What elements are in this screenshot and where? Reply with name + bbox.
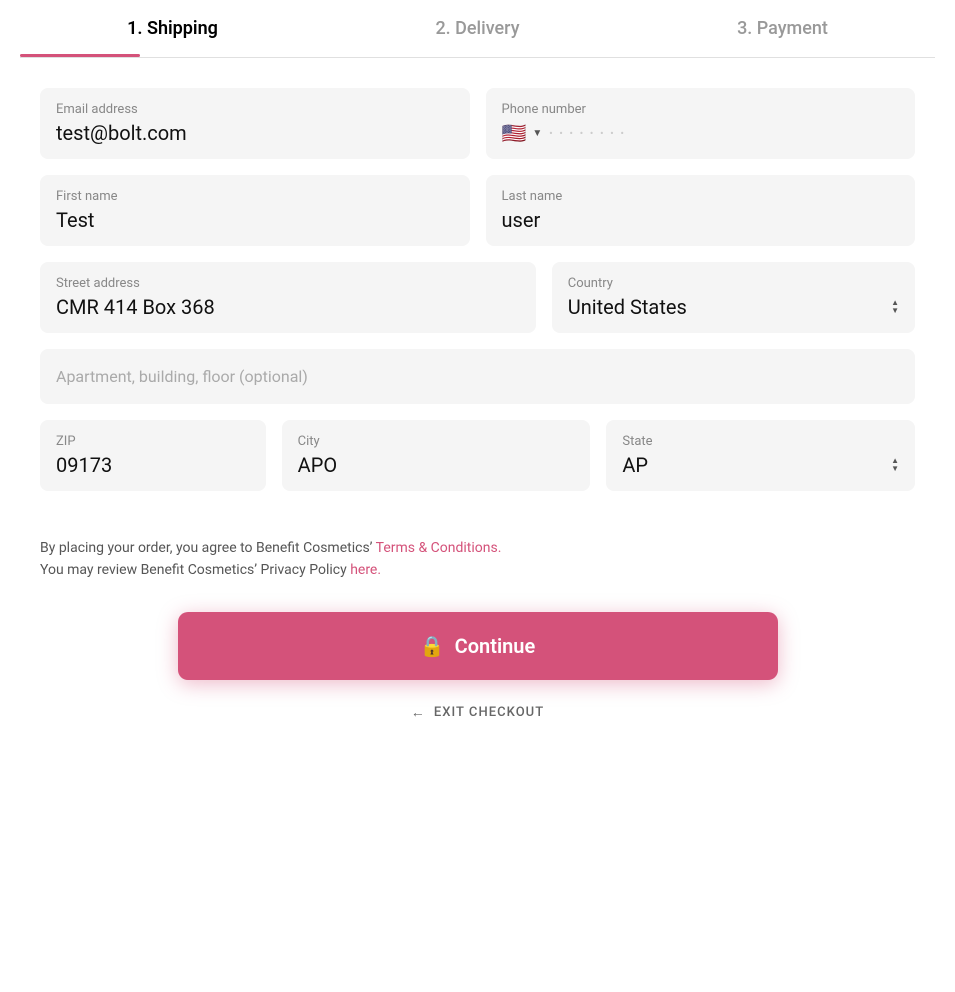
phone-label: Phone number [502, 102, 900, 117]
apartment-field[interactable]: Apartment, building, floor (optional) [40, 349, 915, 404]
email-label: Email address [56, 102, 454, 117]
step-delivery[interactable]: 2. Delivery [325, 18, 630, 57]
terms-link[interactable]: Terms & Conditions. [376, 540, 502, 556]
last-name-label: Last name [502, 189, 900, 204]
step-payment[interactable]: 3. Payment [630, 18, 935, 57]
state-select-arrows[interactable]: ▲ ▼ [891, 457, 899, 473]
country-select-row: United States ▲ ▼ [568, 295, 899, 319]
street-label: Street address [56, 276, 520, 291]
phone-value: · · · · · · · · [548, 121, 625, 145]
phone-field[interactable]: Phone number 🇺🇸 ▼ · · · · · · · · [486, 88, 916, 159]
step-shipping[interactable]: 1. Shipping [20, 18, 325, 57]
first-name-field[interactable]: First name Test [40, 175, 470, 246]
city-field[interactable]: City APO [282, 420, 591, 491]
phone-input-row: 🇺🇸 ▼ · · · · · · · · [502, 121, 900, 145]
first-name-label: First name [56, 189, 454, 204]
legal-text: By placing your order, you agree to Bene… [20, 527, 935, 602]
email-field[interactable]: Email address test@bolt.com [40, 88, 470, 159]
zip-field[interactable]: ZIP 09173 [40, 420, 266, 491]
apartment-row: Apartment, building, floor (optional) [40, 349, 915, 404]
country-field[interactable]: Country United States ▲ ▼ [552, 262, 915, 333]
continue-button[interactable]: 🔒 Continue [178, 612, 778, 680]
exit-checkout-label: EXIT CHECKOUT [434, 705, 544, 720]
street-address-field[interactable]: Street address CMR 414 Box 368 [40, 262, 536, 333]
state-label: State [622, 434, 899, 449]
zip-value: 09173 [56, 453, 250, 477]
last-name-field[interactable]: Last name user [486, 175, 916, 246]
form-area: Email address test@bolt.com Phone number… [20, 58, 935, 527]
progress-bar [20, 54, 140, 57]
country-select-arrows[interactable]: ▲ ▼ [891, 299, 899, 315]
name-row: First name Test Last name user [40, 175, 915, 246]
zip-city-state-row: ZIP 09173 City APO State AP ▲ ▼ [40, 420, 915, 491]
zip-label: ZIP [56, 434, 250, 449]
last-name-value: user [502, 208, 900, 232]
country-value: United States [568, 295, 687, 319]
city-value: APO [298, 453, 575, 477]
steps-header: 1. Shipping 2. Delivery 3. Payment [20, 0, 935, 58]
email-phone-row: Email address test@bolt.com Phone number… [40, 88, 915, 159]
street-value: CMR 414 Box 368 [56, 295, 520, 319]
street-country-row: Street address CMR 414 Box 368 Country U… [40, 262, 915, 333]
continue-label: Continue [455, 634, 536, 658]
state-select-row: AP ▲ ▼ [622, 453, 899, 477]
exit-checkout[interactable]: ← EXIT CHECKOUT [20, 680, 935, 741]
privacy-link[interactable]: here. [350, 562, 381, 578]
state-value: AP [622, 453, 648, 477]
exit-arrow-icon: ← [411, 704, 426, 721]
phone-dropdown-arrow[interactable]: ▼ [532, 128, 542, 139]
first-name-value: Test [56, 208, 454, 232]
apartment-placeholder: Apartment, building, floor (optional) [56, 363, 899, 390]
email-value: test@bolt.com [56, 121, 454, 145]
lock-icon: 🔒 [420, 634, 445, 658]
country-label: Country [568, 276, 899, 291]
us-flag-icon: 🇺🇸 [502, 121, 527, 145]
city-label: City [298, 434, 575, 449]
state-field[interactable]: State AP ▲ ▼ [606, 420, 915, 491]
